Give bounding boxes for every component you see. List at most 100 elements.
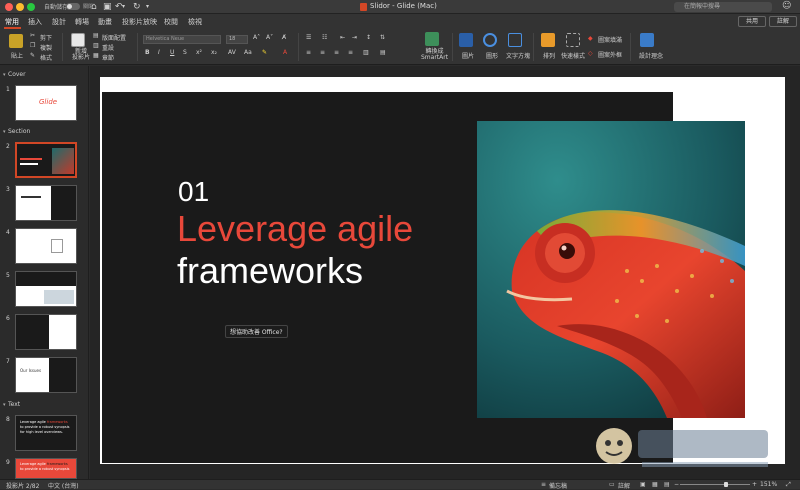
autosave-toggle[interactable] xyxy=(66,3,80,10)
close-window-button[interactable] xyxy=(5,3,13,11)
slide-thumbnail-3[interactable] xyxy=(15,185,77,221)
layout-button[interactable]: 版面配置 xyxy=(102,33,126,42)
shape-fill-icon[interactable]: ◆ xyxy=(588,35,593,42)
customize-toolbar-icon[interactable]: ▾ xyxy=(146,1,149,13)
tab-view[interactable]: 檢視 xyxy=(188,17,202,27)
section-icon[interactable]: ▦ xyxy=(93,52,99,59)
bullets-icon[interactable]: ☰ xyxy=(306,34,311,41)
shapes-icon[interactable] xyxy=(483,33,497,47)
tab-transitions[interactable]: 轉場 xyxy=(75,17,89,27)
picture-icon[interactable] xyxy=(459,33,473,47)
bold-icon[interactable]: B xyxy=(145,49,150,56)
slide-thumbnail-9[interactable]: Leverage agile frameworks to provide a r… xyxy=(15,458,77,479)
convert-smartart-icon[interactable] xyxy=(425,32,439,46)
share-button[interactable]: 共用 xyxy=(738,16,766,27)
section-text[interactable]: Text xyxy=(8,401,20,408)
align-left-icon[interactable]: ≡ xyxy=(306,49,311,56)
paste-icon[interactable] xyxy=(9,34,23,48)
new-slide-label[interactable]: 新增 投影片 xyxy=(72,49,90,61)
highlight-color-icon[interactable]: ✎ xyxy=(262,49,267,56)
character-spacing-icon[interactable]: AV xyxy=(228,49,236,56)
undo-dropdown-icon[interactable]: ▾ xyxy=(122,1,125,13)
numbering-icon[interactable]: ☷ xyxy=(322,34,327,41)
picture-label[interactable]: 圖片 xyxy=(462,51,474,60)
reading-view-icon[interactable]: ▤ xyxy=(664,481,670,488)
office-feedback-tooltip[interactable]: 想協助改善 Office? xyxy=(225,325,288,338)
reset-icon[interactable]: ▥ xyxy=(93,42,99,49)
cut-icon[interactable]: ✂ xyxy=(30,32,35,39)
zoom-in-icon[interactable]: + xyxy=(752,481,757,488)
line-spacing-icon[interactable]: ↕ xyxy=(366,34,371,41)
font-size-select[interactable]: 18 xyxy=(226,35,248,44)
section-collapse-icon[interactable]: ▾ xyxy=(3,129,6,135)
redo-icon[interactable]: ↻ xyxy=(133,1,141,13)
notes-icon[interactable]: ≡ xyxy=(541,481,546,488)
text-box-icon[interactable] xyxy=(508,33,522,47)
subscript-icon[interactable]: x₂ xyxy=(211,49,217,56)
change-case-icon[interactable]: Aa xyxy=(244,49,252,56)
design-ideas-label[interactable]: 設計理念 xyxy=(639,51,663,60)
comments-status-icon[interactable]: ▭ xyxy=(609,481,615,488)
align-center-icon[interactable]: ≡ xyxy=(320,49,325,56)
section-button[interactable]: 章節 xyxy=(102,53,114,62)
font-name-select[interactable]: Helvetica Neue xyxy=(143,35,221,44)
tab-slideshow[interactable]: 投影片放映 xyxy=(122,17,157,27)
text-direction-icon[interactable]: ⇅ xyxy=(380,34,385,41)
shapes-label[interactable]: 圖形 xyxy=(486,51,498,60)
shape-outline-label[interactable]: 圖案外框 xyxy=(598,50,622,59)
justify-icon[interactable]: ≡ xyxy=(348,49,353,56)
reset-button[interactable]: 重設 xyxy=(102,43,114,52)
slide-thumbnail-8[interactable]: Leverage agile frameworks to provide a r… xyxy=(15,415,77,451)
zoom-out-icon[interactable]: − xyxy=(674,481,679,488)
copy-label[interactable]: 複製 xyxy=(40,43,52,52)
section-cover[interactable]: Cover xyxy=(8,71,26,78)
tab-insert[interactable]: 插入 xyxy=(28,17,42,27)
search-input[interactable]: 在簡報中搜尋 xyxy=(674,2,772,12)
tab-review[interactable]: 校閱 xyxy=(164,17,178,27)
slide-section-number[interactable]: 01 xyxy=(178,176,209,208)
zoom-slider[interactable] xyxy=(680,484,750,485)
clear-format-icon[interactable]: A̸ xyxy=(282,34,286,41)
section-section[interactable]: Section xyxy=(8,128,30,135)
cut-label[interactable]: 剪下 xyxy=(40,33,52,42)
section-collapse-icon[interactable]: ▾ xyxy=(3,72,6,78)
align-text-icon[interactable]: ▤ xyxy=(380,49,386,56)
slide-thumbnail-5[interactable] xyxy=(15,271,77,307)
feedback-smiley-icon[interactable]: ☺ xyxy=(782,1,791,11)
section-collapse-icon[interactable]: ▾ xyxy=(3,402,6,408)
layout-icon[interactable]: ▤ xyxy=(93,32,99,39)
columns-icon[interactable]: ▥ xyxy=(363,49,369,56)
align-right-icon[interactable]: ≡ xyxy=(334,49,339,56)
quick-styles-label[interactable]: 快速樣式 xyxy=(561,51,585,60)
save-icon[interactable]: ▣ xyxy=(103,1,112,13)
slide-thumbnail-7[interactable]: Our Issues xyxy=(15,357,77,393)
shape-outline-icon[interactable]: ◇ xyxy=(588,50,593,57)
strikethrough-icon[interactable]: S xyxy=(183,49,187,56)
home-icon[interactable]: ⌂ xyxy=(91,1,97,13)
comments-button[interactable]: 註解 xyxy=(769,16,797,27)
slide-sorter-icon[interactable]: ▦ xyxy=(652,481,658,488)
new-slide-icon[interactable] xyxy=(71,33,85,47)
slide-thumbnail-4[interactable] xyxy=(15,228,77,264)
zoom-level[interactable]: 151% xyxy=(760,481,777,488)
slide-headline-white[interactable]: frameworks xyxy=(177,250,363,292)
chameleon-photo[interactable] xyxy=(477,121,745,418)
decrease-indent-icon[interactable]: ⇤ xyxy=(340,34,345,41)
tab-design[interactable]: 設計 xyxy=(52,17,66,27)
arrange-icon[interactable] xyxy=(541,33,555,47)
tab-home[interactable]: 常用 xyxy=(5,17,19,27)
minimize-window-button[interactable] xyxy=(16,3,24,11)
increase-indent-icon[interactable]: ⇥ xyxy=(352,34,357,41)
shape-fill-label[interactable]: 圖案填滿 xyxy=(598,35,622,44)
quick-styles-icon[interactable] xyxy=(566,33,580,47)
format-painter-label[interactable]: 格式 xyxy=(40,53,52,62)
italic-icon[interactable]: I xyxy=(158,49,160,56)
slide-headline-red[interactable]: Leverage agile xyxy=(177,208,413,250)
normal-view-icon[interactable]: ▣ xyxy=(640,481,646,488)
copy-icon[interactable]: ❐ xyxy=(30,42,35,49)
design-ideas-icon[interactable] xyxy=(640,33,654,47)
slide-thumbnail-2[interactable] xyxy=(15,142,77,178)
text-box-label[interactable]: 文字方塊 xyxy=(506,51,530,60)
format-painter-icon[interactable]: ✎ xyxy=(30,52,35,59)
zoom-window-button[interactable] xyxy=(27,3,35,11)
